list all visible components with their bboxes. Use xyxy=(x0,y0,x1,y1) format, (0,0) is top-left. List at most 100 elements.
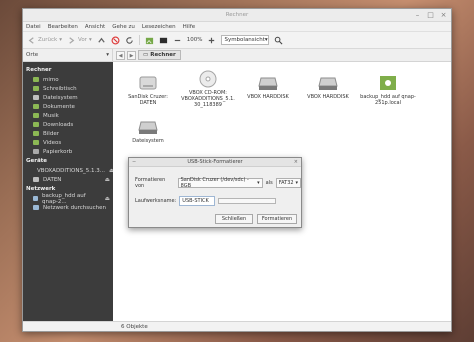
back-button[interactable]: Zurück ▾ xyxy=(27,36,62,45)
filesystem-value: FAT32 xyxy=(278,180,294,186)
drive-name-input[interactable]: USB-STICK xyxy=(179,196,216,206)
sidebar-item-label: Netzwerk durchsuchen xyxy=(43,204,106,211)
sidebar-item-label: mimo xyxy=(43,76,59,83)
sidebar-item-label: Papierkorb xyxy=(43,148,73,155)
trash-icon xyxy=(33,149,39,154)
sidebar-item-label: Dokumente xyxy=(43,103,75,110)
stop-icon[interactable] xyxy=(111,36,120,45)
crumb-right-button[interactable]: ▶ xyxy=(127,50,136,60)
forward-label: Vor xyxy=(77,37,87,43)
progress-bar xyxy=(218,198,277,204)
network-share-icon xyxy=(380,76,396,90)
sidebar-item-schreibtisch[interactable]: Schreibtisch xyxy=(23,84,113,93)
sidebar-item-dokumente[interactable]: Dokumente xyxy=(23,102,113,111)
harddisk-icon xyxy=(258,77,278,90)
file-item-backup-hdd[interactable]: backup_hdd auf qnap-251p.local xyxy=(359,74,417,106)
sidebar: Rechner mimo Schreibtisch Dateisystem Do… xyxy=(23,62,113,321)
toolbar: Zurück ▾ Vor ▾ 100% Symbolansicht ▾ xyxy=(23,32,451,49)
sidebar-item-label: DATEN xyxy=(43,176,62,183)
dialog-titlebar: − USB-Stick-Formatierer × xyxy=(129,158,301,167)
drive-name-value: USB-STICK xyxy=(182,198,209,204)
sidebar-section-geraete: Geräte xyxy=(26,158,48,164)
places-header[interactable]: Orte ▾ xyxy=(23,48,113,62)
chevron-down-icon: ▾ xyxy=(59,37,62,43)
file-label: backup_hdd auf qnap-251p.local xyxy=(360,94,416,106)
name-row: Laufwerksname: USB-STICK xyxy=(135,196,277,206)
menu-bearbeiten[interactable]: Bearbeiten xyxy=(48,24,78,30)
home-icon[interactable] xyxy=(145,36,154,45)
search-icon[interactable] xyxy=(274,36,283,45)
format-row: Formatieren von SanDisk Cruzer (/dev/sdc… xyxy=(135,177,301,189)
file-label: VBOX CD-ROM: VBOXADDITIONS_5.1. 30_11838… xyxy=(181,90,235,108)
arrow-up-icon[interactable] xyxy=(97,36,106,45)
sidebar-item-label: Videos xyxy=(43,139,62,146)
eject-icon[interactable]: ⏏ xyxy=(105,196,110,202)
file-item-dateisystem[interactable]: Dateisystem xyxy=(119,118,177,144)
network-icon xyxy=(33,196,39,201)
sidebar-item-bilder[interactable]: Bilder xyxy=(23,129,113,138)
file-item-cdrom[interactable]: VBOX CD-ROM: VBOXADDITIONS_5.1. 30_11838… xyxy=(179,70,237,108)
usb-formatter-dialog: − USB-Stick-Formatierer × Formatieren vo… xyxy=(128,157,302,228)
view-mode-value: Symbolansicht xyxy=(224,37,265,43)
file-item-vbox-harddisk-1[interactable]: VBOX HARDDISK xyxy=(239,74,297,100)
breadcrumb-label: Rechner xyxy=(150,52,176,58)
dialog-close-icon[interactable]: × xyxy=(294,158,298,167)
sidebar-section-rechner: Rechner xyxy=(26,67,52,73)
dialog-minimize-button[interactable]: − xyxy=(132,158,136,167)
crumb-left-button[interactable]: ◀ xyxy=(116,50,125,60)
sidebar-item-label: Downloads xyxy=(43,121,74,128)
sidebar-item-dateisystem[interactable]: Dateisystem xyxy=(23,93,113,102)
sidebar-item-label: Dateisystem xyxy=(43,94,78,101)
menu-datei[interactable]: Datei xyxy=(26,24,41,30)
zoom-out-icon[interactable] xyxy=(173,36,182,45)
eject-icon[interactable]: ⏏ xyxy=(105,177,110,183)
terminal-icon[interactable] xyxy=(159,36,168,45)
usb-drive-icon xyxy=(139,76,157,90)
drive-icon xyxy=(33,177,39,182)
sidebar-item-netzwerk-durchsuchen[interactable]: Netzwerk durchsuchen xyxy=(23,203,113,212)
arrow-right-icon xyxy=(69,36,75,44)
file-label: VBOX HARDDISK xyxy=(307,94,349,100)
status-text: 6 Objekte xyxy=(121,323,148,330)
sidebar-item-mimo[interactable]: mimo xyxy=(23,75,113,84)
sidebar-item-backup-hdd[interactable]: backup_hdd auf qnap-2... ⏏ xyxy=(23,193,113,205)
forward-button[interactable]: Vor ▾ xyxy=(67,36,92,45)
close-dialog-button[interactable]: Schließen xyxy=(215,214,253,224)
file-label: VBOX HARDDISK xyxy=(247,94,289,100)
format-button[interactable]: Formatieren xyxy=(257,214,297,224)
file-item-vbox-harddisk-2[interactable]: VBOX HARDDISK xyxy=(299,74,357,100)
file-item-sandisk[interactable]: SanDisk Cruzer: DATEN xyxy=(119,74,177,106)
view-mode-select[interactable]: Symbolansicht ▾ xyxy=(221,35,270,45)
as-label: als xyxy=(265,180,273,186)
folder-icon xyxy=(33,104,39,109)
zoom-in-icon[interactable] xyxy=(207,36,216,45)
chevron-down-icon: ▾ xyxy=(106,52,109,58)
maximize-button[interactable]: □ xyxy=(426,11,435,20)
close-button[interactable]: × xyxy=(439,11,448,20)
sidebar-item-downloads[interactable]: Downloads xyxy=(23,120,113,129)
sidebar-item-papierkorb[interactable]: Papierkorb xyxy=(23,147,113,156)
chevron-down-icon: ▾ xyxy=(257,180,260,186)
folder-icon xyxy=(33,113,39,118)
sidebar-item-daten[interactable]: DATEN ⏏ xyxy=(23,175,113,184)
reload-icon[interactable] xyxy=(125,36,134,45)
device-select[interactable]: SanDisk Cruzer (/dev/sdc) - 8GB ▾ xyxy=(177,177,263,189)
menu-hilfe[interactable]: Hilfe xyxy=(183,24,196,30)
breadcrumb[interactable]: ▭ Rechner xyxy=(138,50,181,60)
toolbar-separator xyxy=(138,35,140,45)
menu-ansicht[interactable]: Ansicht xyxy=(85,24,105,30)
menu-gehe-zu[interactable]: Gehe zu xyxy=(112,24,135,30)
sidebar-item-musik[interactable]: Musik xyxy=(23,111,113,120)
sidebar-item-label: Schreibtisch xyxy=(43,85,77,92)
filesystem-select[interactable]: FAT32 ▾ xyxy=(275,178,301,188)
sidebar-item-videos[interactable]: Videos xyxy=(23,138,113,147)
sidebar-item-vboxadditions[interactable]: VBOXADDITIONS_5.1.3... ⏏ xyxy=(23,166,113,175)
harddisk-icon xyxy=(138,121,158,134)
titlebar: Rechner – □ × xyxy=(23,9,451,22)
name-label: Laufwerksname: xyxy=(135,198,177,204)
menu-lesezeichen[interactable]: Lesezeichen xyxy=(142,24,176,30)
dialog-title: USB-Stick-Formatierer xyxy=(187,159,243,165)
minimize-button[interactable]: – xyxy=(413,11,422,20)
window-title: Rechner xyxy=(225,12,249,18)
chevron-down-icon: ▾ xyxy=(295,180,298,186)
